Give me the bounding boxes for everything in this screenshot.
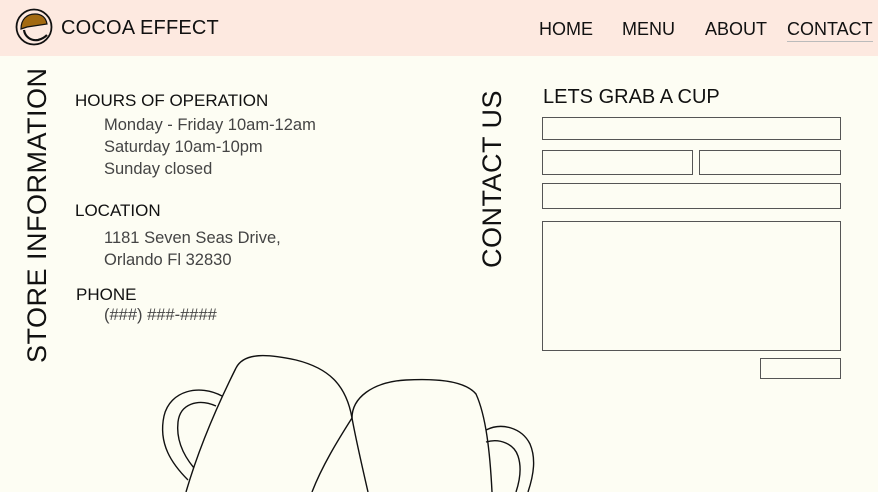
contact-message-textarea[interactable] (542, 221, 841, 351)
clinking-mugs-icon (162, 354, 535, 492)
submit-button[interactable] (760, 358, 841, 379)
contact-field-right[interactable] (699, 150, 841, 175)
cocoa-swirl-logo-icon[interactable] (15, 8, 53, 46)
nav-contact[interactable]: CONTACT (787, 19, 873, 42)
contact-field-top[interactable] (542, 117, 841, 140)
hours-line-saturday: Saturday 10am-10pm (104, 138, 263, 156)
address-line-1: 1181 Seven Seas Drive, (104, 229, 281, 247)
contact-us-heading: CONTACT US (477, 89, 507, 268)
contact-field-left[interactable] (542, 150, 693, 175)
contact-field-wide[interactable] (542, 183, 841, 209)
nav-about[interactable]: ABOUT (705, 19, 767, 40)
phone-value: (###) ###-#### (104, 306, 217, 324)
hours-line-weekday: Monday - Friday 10am-12am (104, 116, 316, 134)
location-label: LOCATION (75, 201, 161, 220)
site-header: COCOA EFFECT HOME MENU ABOUT CONTACT (0, 0, 878, 56)
hours-line-sunday: Sunday closed (104, 160, 213, 178)
address-line-2: Orlando Fl 32830 (104, 251, 232, 269)
phone-label: PHONE (76, 285, 137, 304)
brand-name[interactable]: COCOA EFFECT (61, 17, 219, 40)
store-information-heading: STORE INFORMATION (22, 67, 52, 363)
nav-menu[interactable]: MENU (622, 19, 675, 40)
form-title: LETS GRAB A CUP (543, 86, 720, 108)
hours-label: HOURS OF OPERATION (75, 91, 269, 110)
nav-home[interactable]: HOME (539, 19, 593, 40)
